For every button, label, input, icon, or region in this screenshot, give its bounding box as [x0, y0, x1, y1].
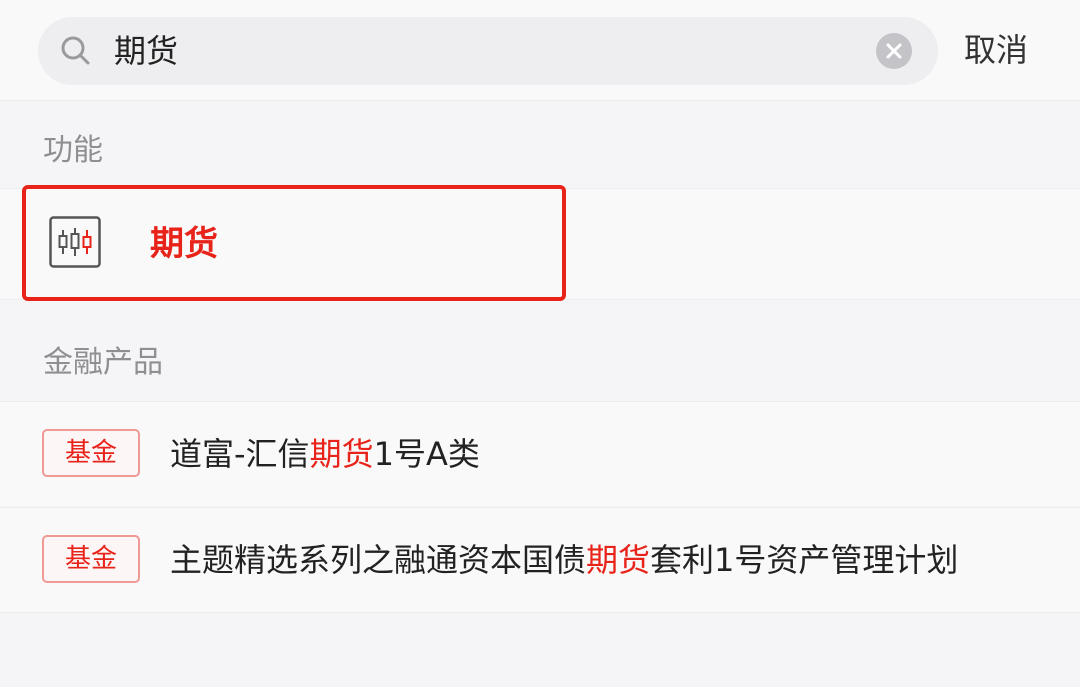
section-title-products: 金融产品: [43, 345, 163, 380]
clear-icon[interactable]: [876, 33, 912, 69]
search-input[interactable]: 期货: [38, 17, 938, 85]
product-name-prefix: 主题精选系列之融通资本国债: [170, 541, 587, 579]
product-name-suffix: 套利1号资产管理计划: [650, 541, 959, 579]
product-name[interactable]: 主题精选系列之融通资本国债期货套利1号资产管理计划: [170, 540, 958, 580]
product-list-item[interactable]: 基金 主题精选系列之融通资本国债期货套利1号资产管理计划: [0, 507, 1080, 613]
fund-badge: 基金: [42, 535, 140, 583]
product-name-match: 期货: [309, 435, 374, 473]
product-name-match: 期货: [586, 541, 651, 579]
fund-badge: 基金: [42, 429, 140, 477]
cancel-button[interactable]: 取消: [964, 30, 1028, 70]
search-icon: [61, 36, 90, 65]
search-header: 期货 取消: [0, 0, 1080, 101]
product-name-suffix: 1号A类: [373, 435, 480, 473]
product-name-prefix: 道富-汇信: [170, 435, 310, 473]
section-title-functions: 功能: [43, 133, 103, 168]
product-name[interactable]: 道富-汇信期货1号A类: [170, 434, 480, 474]
product-list-item[interactable]: 基金 道富-汇信期货1号A类: [0, 401, 1080, 506]
search-query-text[interactable]: 期货: [114, 32, 178, 70]
highlight-annotation-box: [22, 185, 566, 301]
